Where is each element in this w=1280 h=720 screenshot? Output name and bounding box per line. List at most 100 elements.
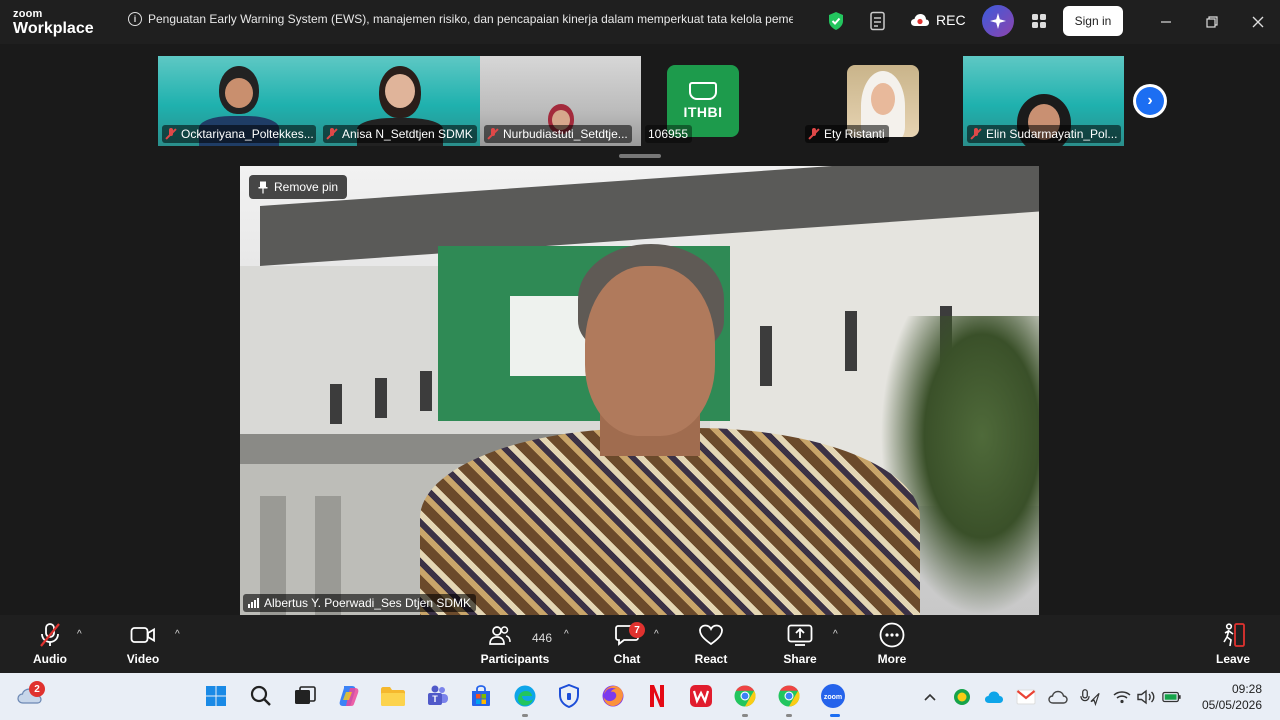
cloud-recording-indicator[interactable]: REC [910, 12, 966, 28]
participant-tile[interactable]: Ocktariyana_Poltekkes... [158, 56, 319, 146]
remove-pin-button[interactable]: Remove pin [249, 175, 348, 199]
shield-check-icon[interactable] [825, 10, 847, 32]
ithbi-logo-text: ITHBI [683, 104, 723, 120]
leave-icon [1220, 622, 1246, 648]
close-button[interactable] [1248, 12, 1268, 32]
info-icon[interactable]: i [128, 12, 142, 26]
minimize-button[interactable] [1156, 12, 1176, 32]
signal-strength-icon [248, 598, 259, 608]
security-app[interactable] [555, 682, 583, 710]
participant-tile[interactable]: ITHBI 106955 [641, 56, 802, 146]
participant-tile[interactable]: Anisa N_Setdtjen SDMK [319, 56, 480, 146]
meeting-toolbar: Audio ^ Video ^ Participants 446 ^ Chat … [0, 615, 1280, 673]
chat-options-caret[interactable]: ^ [654, 629, 664, 640]
task-view-icon [295, 686, 316, 704]
store-app[interactable] [467, 682, 495, 710]
copilot-app[interactable] [335, 682, 363, 710]
wps-icon [690, 685, 712, 707]
close-icon [1252, 16, 1264, 28]
sparkle-icon [990, 13, 1006, 29]
video-label: Video [126, 652, 160, 666]
wps-app[interactable] [687, 682, 715, 710]
cloud-tray-icon[interactable] [1048, 687, 1068, 707]
copilot-icon [339, 686, 359, 706]
zoom-workplace-logo: zoom Workplace [13, 9, 94, 37]
video-options-caret[interactable]: ^ [175, 629, 185, 640]
sign-in-button[interactable]: Sign in [1063, 6, 1123, 36]
wifi-icon[interactable] [1112, 687, 1132, 707]
svg-text:T: T [432, 694, 438, 704]
teams-app[interactable]: T [423, 682, 451, 710]
share-options-caret[interactable]: ^ [833, 629, 843, 640]
participant-tile[interactable]: Nurbudiastuti_Setdtje... [480, 56, 641, 146]
audio-options-caret[interactable]: ^ [77, 629, 87, 640]
share-button[interactable]: Share [778, 615, 822, 673]
participant-name: Ety Ristanti [824, 127, 885, 141]
ai-companion-button[interactable] [982, 5, 1014, 37]
edge-app[interactable] [511, 682, 539, 710]
video-button[interactable]: Video [121, 615, 165, 673]
teams-icon: T [428, 685, 448, 705]
participant-nameplate: Elin Sudarmayatin_Pol... [967, 125, 1121, 143]
share-label: Share [783, 652, 817, 666]
clock-time: 09:28 [1231, 682, 1262, 696]
audio-label: Audio [33, 652, 67, 666]
leave-button[interactable]: Leave [1211, 615, 1255, 673]
share-screen-icon [787, 622, 813, 648]
start-button[interactable] [202, 682, 230, 710]
gmail-icon[interactable] [1016, 687, 1036, 707]
heart-icon [699, 622, 723, 648]
zoom-app[interactable]: zoom [819, 682, 847, 710]
folder-icon [381, 687, 405, 706]
netflix-app[interactable] [643, 682, 671, 710]
next-page-button[interactable]: › [1133, 84, 1167, 118]
chrome-profile-app[interactable] [775, 682, 803, 710]
shield-icon [559, 684, 579, 708]
zoom-icon: zoom [821, 684, 845, 708]
strip-resize-handle[interactable] [619, 154, 661, 158]
file-explorer-app[interactable] [379, 682, 407, 710]
notes-icon[interactable] [867, 10, 889, 32]
system-clock[interactable]: 09:28 05/05/2026 [1200, 681, 1262, 713]
book-icon [689, 82, 717, 100]
netflix-icon [650, 685, 664, 707]
title-bar: zoom Workplace i Penguatan Early Warning… [0, 0, 1280, 44]
more-button[interactable]: More [870, 615, 914, 673]
mic-location-icon[interactable] [1080, 687, 1100, 707]
clock-date: 05/05/2026 [1201, 698, 1262, 712]
battery-icon[interactable] [1162, 687, 1182, 707]
sync-tray-icon[interactable] [952, 687, 972, 707]
chevron-up-icon [924, 693, 936, 701]
firefox-app[interactable] [599, 682, 627, 710]
edge-icon [514, 685, 536, 707]
participant-name: 106955 [648, 127, 689, 141]
pin-icon [258, 181, 268, 193]
main-speaker-video[interactable]: Remove pin Albertus Y. Poerwadi_Ses Dtje… [240, 166, 1039, 615]
chrome-app[interactable] [731, 682, 759, 710]
participant-tile[interactable]: Elin Sudarmayatin_Pol... [963, 56, 1124, 146]
onedrive-icon[interactable] [984, 687, 1004, 707]
rec-label: REC [936, 12, 966, 28]
more-icon [879, 622, 905, 648]
participants-count: 446 [532, 631, 553, 645]
restore-button[interactable] [1202, 12, 1222, 32]
mic-muted-icon [970, 128, 982, 140]
volume-icon[interactable] [1136, 687, 1156, 707]
meeting-info[interactable]: i Penguatan Early Warning System (EWS), … [128, 12, 793, 26]
react-button[interactable]: React [689, 615, 733, 673]
audio-button[interactable]: Audio [28, 615, 72, 673]
participants-options-caret[interactable]: ^ [564, 629, 574, 640]
search-button[interactable] [247, 682, 275, 710]
participant-name: Elin Sudarmayatin_Pol... [986, 127, 1118, 141]
task-view-button[interactable] [291, 682, 319, 710]
apps-icon[interactable] [1028, 10, 1050, 32]
logo-line1: zoom [13, 8, 43, 20]
remove-pin-label: Remove pin [274, 180, 339, 194]
logo-line2: Workplace [13, 20, 94, 37]
participant-nameplate: Anisa N_Setdtjen SDMK [323, 125, 477, 143]
participant-tile[interactable]: Ety Ristanti [802, 56, 963, 146]
participants-label: Participants [480, 652, 550, 666]
participant-nameplate: Nurbudiastuti_Setdtje... [484, 125, 632, 143]
show-hidden-icons-button[interactable] [920, 687, 940, 707]
participant-name: Ocktariyana_Poltekkes... [181, 127, 314, 141]
